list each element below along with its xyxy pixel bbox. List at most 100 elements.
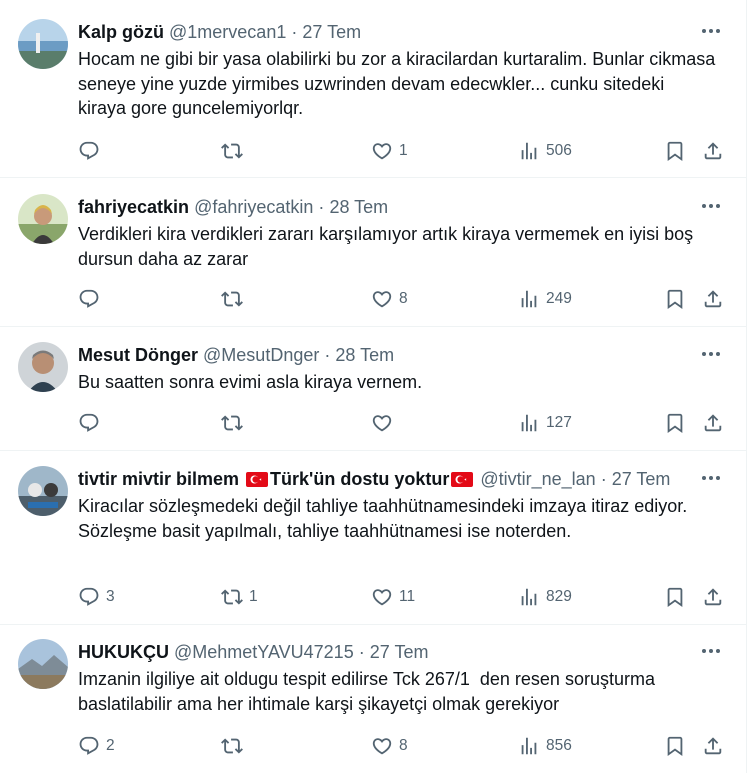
share-button[interactable]	[702, 585, 724, 609]
more-options-icon[interactable]	[698, 21, 724, 41]
share-button[interactable]	[702, 139, 724, 163]
view-count: 127	[546, 414, 572, 431]
tweet-time[interactable]: 28 Tem	[329, 197, 388, 217]
tweet-actions: 1 506	[78, 139, 726, 163]
avatar[interactable]	[18, 639, 68, 689]
share-button[interactable]	[702, 287, 724, 311]
tweet-text: Verdikleri kira verdikleri zararı karşıl…	[78, 224, 699, 269]
more-options-icon[interactable]	[698, 641, 724, 661]
retweet-button[interactable]	[221, 139, 249, 163]
tweet-header: Mesut Dönger @MesutDnger · 28 Tem	[78, 344, 686, 366]
bookmark-icon	[664, 288, 686, 310]
user-handle[interactable]: @tivtir_ne_lan	[480, 469, 595, 489]
tweet-time[interactable]: 27 Tem	[370, 642, 429, 662]
retweet-button[interactable]	[221, 287, 249, 311]
user-name[interactable]: Mesut Dönger	[78, 345, 198, 365]
tweet[interactable]: tivtir mivtir bilmem Türk'ün dostu yoktu…	[0, 451, 747, 625]
retweet-icon	[221, 735, 243, 757]
reply-button[interactable]	[78, 287, 106, 311]
reply-button[interactable]	[78, 139, 106, 163]
reply-icon	[78, 586, 100, 608]
user-handle[interactable]: @MesutDnger	[203, 345, 319, 365]
user-handle[interactable]: @MehmetYAVU47215	[174, 642, 354, 662]
views-button[interactable]: 249	[518, 287, 572, 311]
retweet-button[interactable]: 1	[221, 585, 258, 609]
bookmark-button[interactable]	[664, 411, 686, 435]
like-button[interactable]	[371, 411, 399, 435]
retweet-count: 1	[249, 588, 258, 605]
share-button[interactable]	[702, 411, 724, 435]
avatar[interactable]	[18, 194, 68, 244]
user-name[interactable]: Kalp gözü	[78, 22, 164, 42]
tweet-actions: 127	[78, 411, 726, 435]
user-name[interactable]: tivtir mivtir bilmem Türk'ün dostu yoktu…	[78, 469, 475, 489]
more-options-icon[interactable]	[698, 344, 724, 364]
retweet-button[interactable]	[221, 734, 249, 758]
avatar[interactable]	[18, 466, 68, 516]
reply-button[interactable]: 2	[78, 734, 115, 758]
user-name-part: tivtir mivtir bilmem	[78, 469, 245, 489]
bookmark-button[interactable]	[664, 734, 686, 758]
like-count: 8	[399, 737, 408, 754]
more-options-icon[interactable]	[698, 468, 724, 488]
share-icon	[702, 586, 724, 608]
user-name[interactable]: fahriyecatkin	[78, 197, 189, 217]
like-button[interactable]: 8	[371, 287, 408, 311]
like-button[interactable]: 11	[371, 585, 415, 609]
tweet-time[interactable]: 27 Tem	[612, 469, 671, 489]
turkey-flag-icon	[451, 472, 474, 487]
tweet[interactable]: Kalp gözü @1mervecan1 · 27 Tem Hocam ne …	[0, 0, 747, 178]
bar-chart-icon	[518, 140, 540, 162]
share-icon	[702, 288, 724, 310]
reply-icon	[78, 412, 100, 434]
reply-icon	[78, 735, 100, 757]
share-icon	[702, 735, 724, 757]
avatar[interactable]	[18, 342, 68, 392]
more-options-icon[interactable]	[698, 196, 724, 216]
separator-dot: ·	[324, 345, 331, 365]
retweet-icon	[221, 288, 243, 310]
views-button[interactable]: 829	[518, 585, 572, 609]
bookmark-button[interactable]	[664, 585, 686, 609]
views-button[interactable]: 127	[518, 411, 572, 435]
tweet[interactable]: fahriyecatkin @fahriyecatkin · 28 Tem Ve…	[0, 178, 747, 327]
tweet[interactable]: Mesut Dönger @MesutDnger · 28 Tem Bu saa…	[0, 327, 747, 451]
like-count: 11	[399, 588, 416, 605]
like-count: 1	[399, 142, 408, 159]
tweet-header: HUKUKÇU @MehmetYAVU47215 · 27 Tem	[78, 641, 686, 663]
reply-count: 2	[106, 737, 115, 754]
bar-chart-icon	[518, 412, 540, 434]
bookmark-button[interactable]	[664, 287, 686, 311]
like-count: 8	[399, 290, 408, 307]
reply-count: 3	[106, 588, 115, 605]
reply-button[interactable]	[78, 411, 106, 435]
retweet-icon	[221, 412, 243, 434]
avatar[interactable]	[18, 19, 68, 69]
bookmark-button[interactable]	[664, 139, 686, 163]
user-handle[interactable]: @1mervecan1	[169, 22, 286, 42]
reply-icon	[78, 288, 100, 310]
retweet-icon	[221, 140, 243, 162]
like-button[interactable]: 8	[371, 734, 408, 758]
tweet-time[interactable]: 27 Tem	[302, 22, 361, 42]
like-button[interactable]: 1	[371, 139, 408, 163]
user-handle[interactable]: @fahriyecatkin	[194, 197, 313, 217]
tweet-actions: 2 8 856	[78, 734, 726, 758]
heart-icon	[371, 586, 393, 608]
bar-chart-icon	[518, 288, 540, 310]
bar-chart-icon	[518, 586, 540, 608]
tweet[interactable]: HUKUKÇU @MehmetYAVU47215 · 27 Tem Imzani…	[0, 625, 747, 773]
views-button[interactable]: 506	[518, 139, 572, 163]
reply-button[interactable]: 3	[78, 585, 115, 609]
tweet-time[interactable]: 28 Tem	[335, 345, 394, 365]
heart-icon	[371, 288, 393, 310]
view-count: 856	[546, 737, 572, 754]
user-name[interactable]: HUKUKÇU	[78, 642, 169, 662]
share-button[interactable]	[702, 734, 724, 758]
bookmark-icon	[664, 412, 686, 434]
retweet-button[interactable]	[221, 411, 249, 435]
share-icon	[702, 140, 724, 162]
tweet-text: Imzanin ilgiliye ait oldugu tespit edili…	[78, 669, 660, 714]
tweet-actions: 8 249	[78, 287, 726, 311]
views-button[interactable]: 856	[518, 734, 572, 758]
